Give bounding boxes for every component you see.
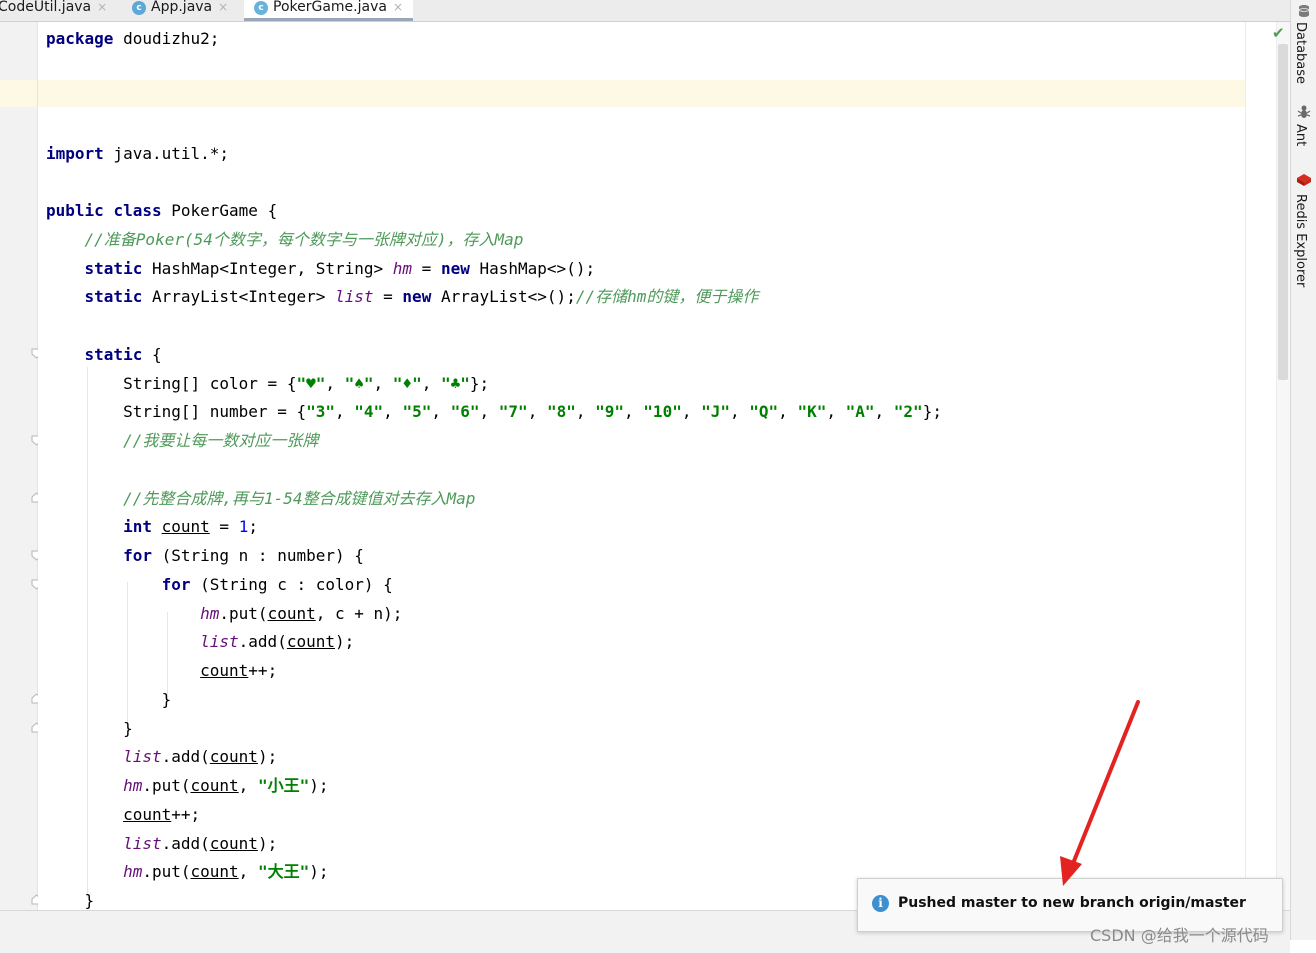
- red-arrow-annotation: [1060, 700, 1140, 886]
- watermark: CSDN @给我一个源代码: [1090, 926, 1269, 945]
